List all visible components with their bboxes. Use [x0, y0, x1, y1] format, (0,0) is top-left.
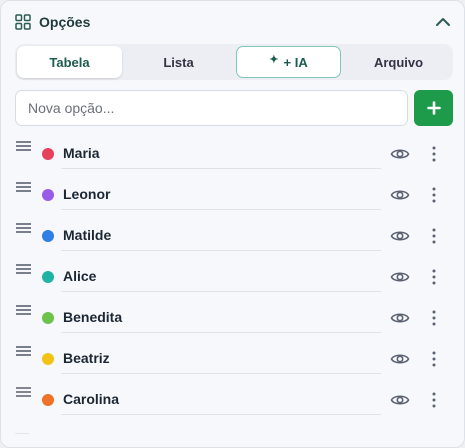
option-name[interactable]: Carolina	[63, 391, 119, 407]
new-option-input[interactable]	[15, 90, 408, 126]
drag-handle-icon[interactable]	[16, 141, 31, 151]
view-tabs: Tabela Lista ✦ + IA Arquivo	[15, 44, 453, 80]
eye-icon[interactable]	[390, 268, 410, 286]
color-dot[interactable]	[42, 353, 54, 365]
more-vertical-icon[interactable]	[426, 309, 442, 327]
option-underline	[61, 414, 381, 415]
drag-handle-icon[interactable]	[16, 264, 31, 274]
eye-icon[interactable]	[390, 309, 410, 327]
panel-title: Opções	[39, 14, 91, 30]
chevron-up-icon[interactable]	[434, 13, 452, 31]
option-underline	[61, 291, 381, 292]
drag-handle-icon[interactable]	[16, 223, 31, 233]
eye-icon[interactable]	[390, 391, 410, 409]
color-dot[interactable]	[42, 230, 54, 242]
option-underline	[61, 209, 381, 210]
more-vertical-icon[interactable]	[426, 268, 442, 286]
option-row[interactable]: Alice	[1, 259, 464, 300]
option-name[interactable]: Beatriz	[63, 350, 110, 366]
option-underline	[61, 168, 381, 169]
tab-ia[interactable]: ✦ + IA	[236, 46, 341, 78]
option-row[interactable]: Maria	[1, 136, 464, 177]
color-dot[interactable]	[42, 312, 54, 324]
more-vertical-icon[interactable]	[426, 350, 442, 368]
drag-handle-icon[interactable]	[16, 387, 31, 397]
option-name[interactable]: Benedita	[63, 309, 122, 325]
option-name[interactable]: Maria	[63, 145, 100, 161]
options-panel: Opções Tabela Lista ✦ + IA Arquivo Maria…	[0, 0, 465, 448]
more-vertical-icon[interactable]	[426, 227, 442, 245]
sparkle-icon: ✦	[269, 53, 279, 66]
drag-handle-icon[interactable]	[16, 182, 31, 192]
more-vertical-icon[interactable]	[426, 186, 442, 204]
add-option-button[interactable]	[414, 90, 453, 126]
tab-tabela[interactable]: Tabela	[17, 46, 122, 78]
option-row[interactable]: Benedita	[1, 300, 464, 341]
color-dot[interactable]	[42, 148, 54, 160]
more-vertical-icon[interactable]	[426, 145, 442, 163]
eye-icon[interactable]	[390, 186, 410, 204]
eye-icon[interactable]	[390, 145, 410, 163]
option-row[interactable]: Beatriz	[1, 341, 464, 382]
color-dot[interactable]	[42, 189, 54, 201]
eye-icon[interactable]	[390, 227, 410, 245]
option-row[interactable]: Matilde	[1, 218, 464, 259]
list-fade	[15, 433, 29, 434]
drag-handle-icon[interactable]	[16, 305, 31, 315]
color-dot[interactable]	[42, 271, 54, 283]
grid-icon	[15, 14, 31, 30]
new-option-row	[15, 90, 453, 126]
option-underline	[61, 373, 381, 374]
option-name[interactable]: Leonor	[63, 186, 110, 202]
option-underline	[61, 250, 381, 251]
option-row[interactable]: Carolina	[1, 382, 464, 423]
drag-handle-icon[interactable]	[16, 346, 31, 356]
option-row[interactable]: Leonor	[1, 177, 464, 218]
panel-header[interactable]: Opções	[15, 11, 454, 33]
option-underline	[61, 332, 381, 333]
tab-arquivo[interactable]: Arquivo	[346, 46, 451, 78]
tab-lista[interactable]: Lista	[126, 46, 231, 78]
plus-icon	[426, 101, 441, 115]
option-name[interactable]: Matilde	[63, 227, 111, 243]
eye-icon[interactable]	[390, 350, 410, 368]
more-vertical-icon[interactable]	[426, 391, 442, 409]
option-name[interactable]: Alice	[63, 268, 96, 284]
color-dot[interactable]	[42, 394, 54, 406]
